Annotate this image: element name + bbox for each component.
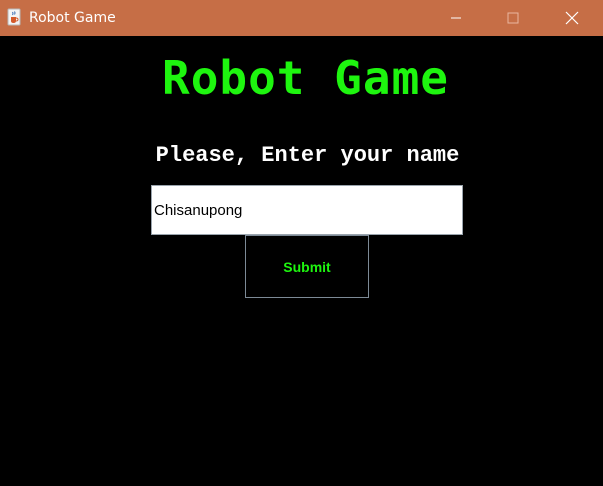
title-bar[interactable]: Robot Game: [0, 0, 603, 36]
app-window: Robot Game Robot Game Please, Enter your…: [0, 0, 603, 486]
game-title: Robot Game: [162, 51, 449, 105]
main-panel: Robot Game Please, Enter your name Submi…: [0, 36, 603, 486]
name-prompt: Please, Enter your name: [155, 143, 460, 168]
maximize-button[interactable]: [490, 0, 536, 36]
window-title: Robot Game: [29, 10, 116, 26]
minimize-button[interactable]: [433, 0, 479, 36]
name-input[interactable]: [151, 185, 463, 235]
close-icon: [565, 11, 579, 25]
submit-button[interactable]: Submit: [245, 235, 369, 298]
minimize-icon: [451, 17, 461, 19]
maximize-icon: [507, 12, 519, 24]
close-button[interactable]: [549, 0, 595, 36]
java-cup-icon: [6, 8, 22, 26]
